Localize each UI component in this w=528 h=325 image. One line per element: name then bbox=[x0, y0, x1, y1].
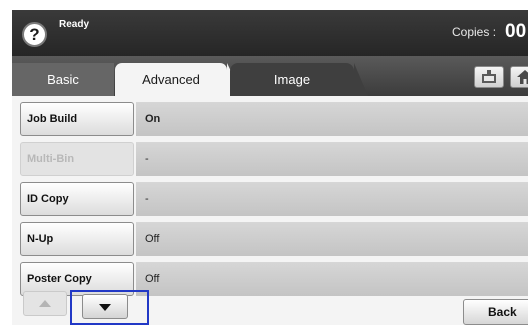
id-copy-button[interactable]: ID Copy bbox=[20, 182, 134, 216]
tab-bar: Basic Advanced Image bbox=[12, 56, 528, 96]
home-button[interactable] bbox=[510, 66, 528, 88]
poster-copy-value: Off bbox=[136, 262, 528, 296]
option-row-job-build: Job Build On bbox=[20, 102, 528, 136]
arrow-up-icon bbox=[39, 300, 51, 307]
scroll-up-button bbox=[23, 291, 67, 316]
n-up-button[interactable]: N-Up bbox=[20, 222, 134, 256]
multi-bin-value: - bbox=[136, 142, 528, 176]
back-button[interactable]: Back bbox=[463, 299, 528, 325]
job-status-icon bbox=[482, 70, 496, 83]
job-build-button[interactable]: Job Build bbox=[20, 102, 134, 136]
status-text: Ready bbox=[59, 19, 90, 30]
option-row-id-copy: ID Copy - bbox=[20, 182, 528, 216]
id-copy-value: - bbox=[136, 182, 528, 216]
arrow-down-icon bbox=[99, 304, 111, 311]
status-bar: ? Ready Copies : 00 bbox=[12, 10, 528, 56]
job-status-button[interactable] bbox=[474, 66, 504, 88]
scroll-down-button[interactable] bbox=[82, 294, 128, 319]
option-row-n-up: N-Up Off bbox=[20, 222, 528, 256]
home-icon bbox=[517, 70, 528, 84]
tab-image[interactable]: Image bbox=[230, 63, 368, 96]
copier-screen: ? Ready Copies : 00 Basic Advanced Image… bbox=[12, 10, 528, 325]
job-build-value: On bbox=[136, 102, 528, 136]
tab-advanced[interactable]: Advanced bbox=[115, 63, 243, 96]
option-row-multi-bin: Multi-Bin - bbox=[20, 142, 528, 176]
tab-basic[interactable]: Basic bbox=[12, 63, 114, 96]
n-up-value: Off bbox=[136, 222, 528, 256]
copies-label: Copies : bbox=[452, 25, 497, 39]
help-button[interactable]: ? bbox=[22, 22, 47, 47]
multi-bin-button: Multi-Bin bbox=[20, 142, 134, 176]
copies-value: 00 bbox=[505, 21, 527, 42]
